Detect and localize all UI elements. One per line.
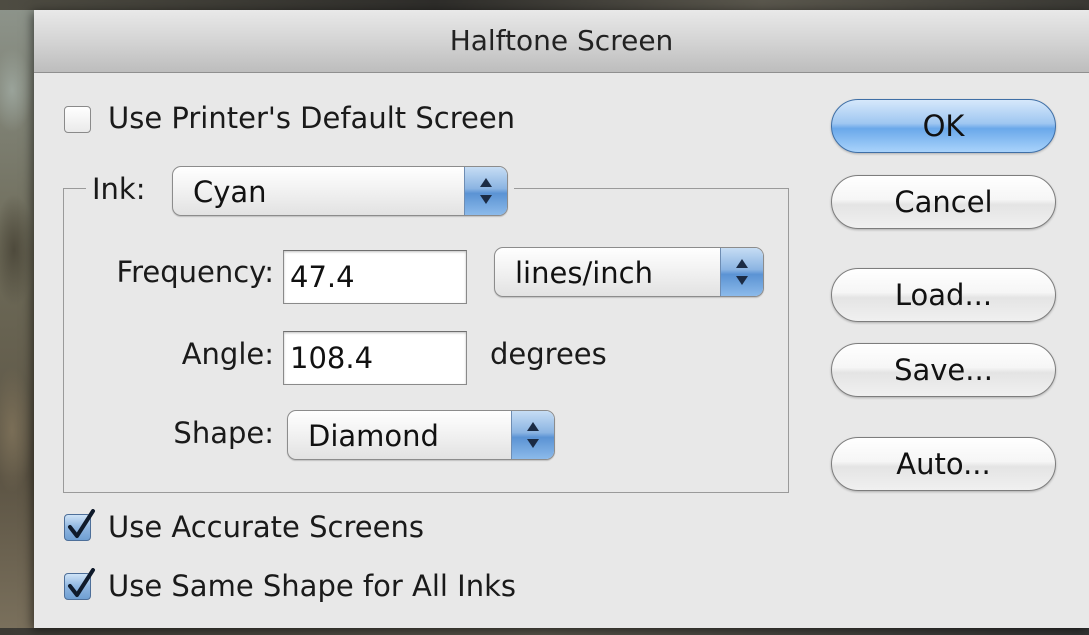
checkmark-icon [68,509,95,538]
background-strip-bottom [0,628,1089,635]
shape-popup[interactable]: Diamond [287,410,555,460]
use-printer-default-checkbox[interactable] [64,106,91,133]
ok-button[interactable]: OK [831,99,1056,153]
dialog-titlebar: Halftone Screen [34,10,1089,73]
use-accurate-screens-checkbox[interactable] [64,509,95,541]
ink-popup[interactable]: Cyan [172,166,508,216]
angle-field[interactable] [283,331,467,385]
use-same-shape-label: Use Same Shape for All Inks [108,569,517,603]
ink-label: Ink: [92,172,146,206]
save-button[interactable]: Save... [831,343,1056,397]
up-down-arrows-icon [720,248,763,296]
frequency-unit-popup[interactable]: lines/inch [494,247,764,297]
dialog-title: Halftone Screen [449,24,674,57]
auto-button[interactable]: Auto... [831,437,1056,491]
use-accurate-screens-label: Use Accurate Screens [108,510,424,544]
up-down-arrows-icon [464,167,507,215]
ink-legend: Ink: Cyan [86,166,514,216]
up-down-arrows-icon [511,411,554,459]
frequency-unit-value: lines/inch [515,256,653,290]
angle-unit-label: degrees [490,337,607,371]
background-strip-top [0,0,1089,10]
halftone-screen-dialog: Halftone Screen Use Printer's Default Sc… [34,10,1089,628]
use-same-shape-checkbox[interactable] [64,568,95,600]
load-button[interactable]: Load... [831,268,1056,322]
cancel-button[interactable]: Cancel [831,175,1056,229]
checkmark-icon [68,568,95,597]
shape-label: Shape: [173,416,274,450]
shape-popup-value: Diamond [308,419,439,453]
frequency-field[interactable] [283,250,467,304]
angle-label: Angle: [181,337,274,371]
frequency-label: Frequency: [116,255,274,289]
ink-popup-value: Cyan [193,175,267,209]
use-printer-default-label: Use Printer's Default Screen [108,101,516,135]
